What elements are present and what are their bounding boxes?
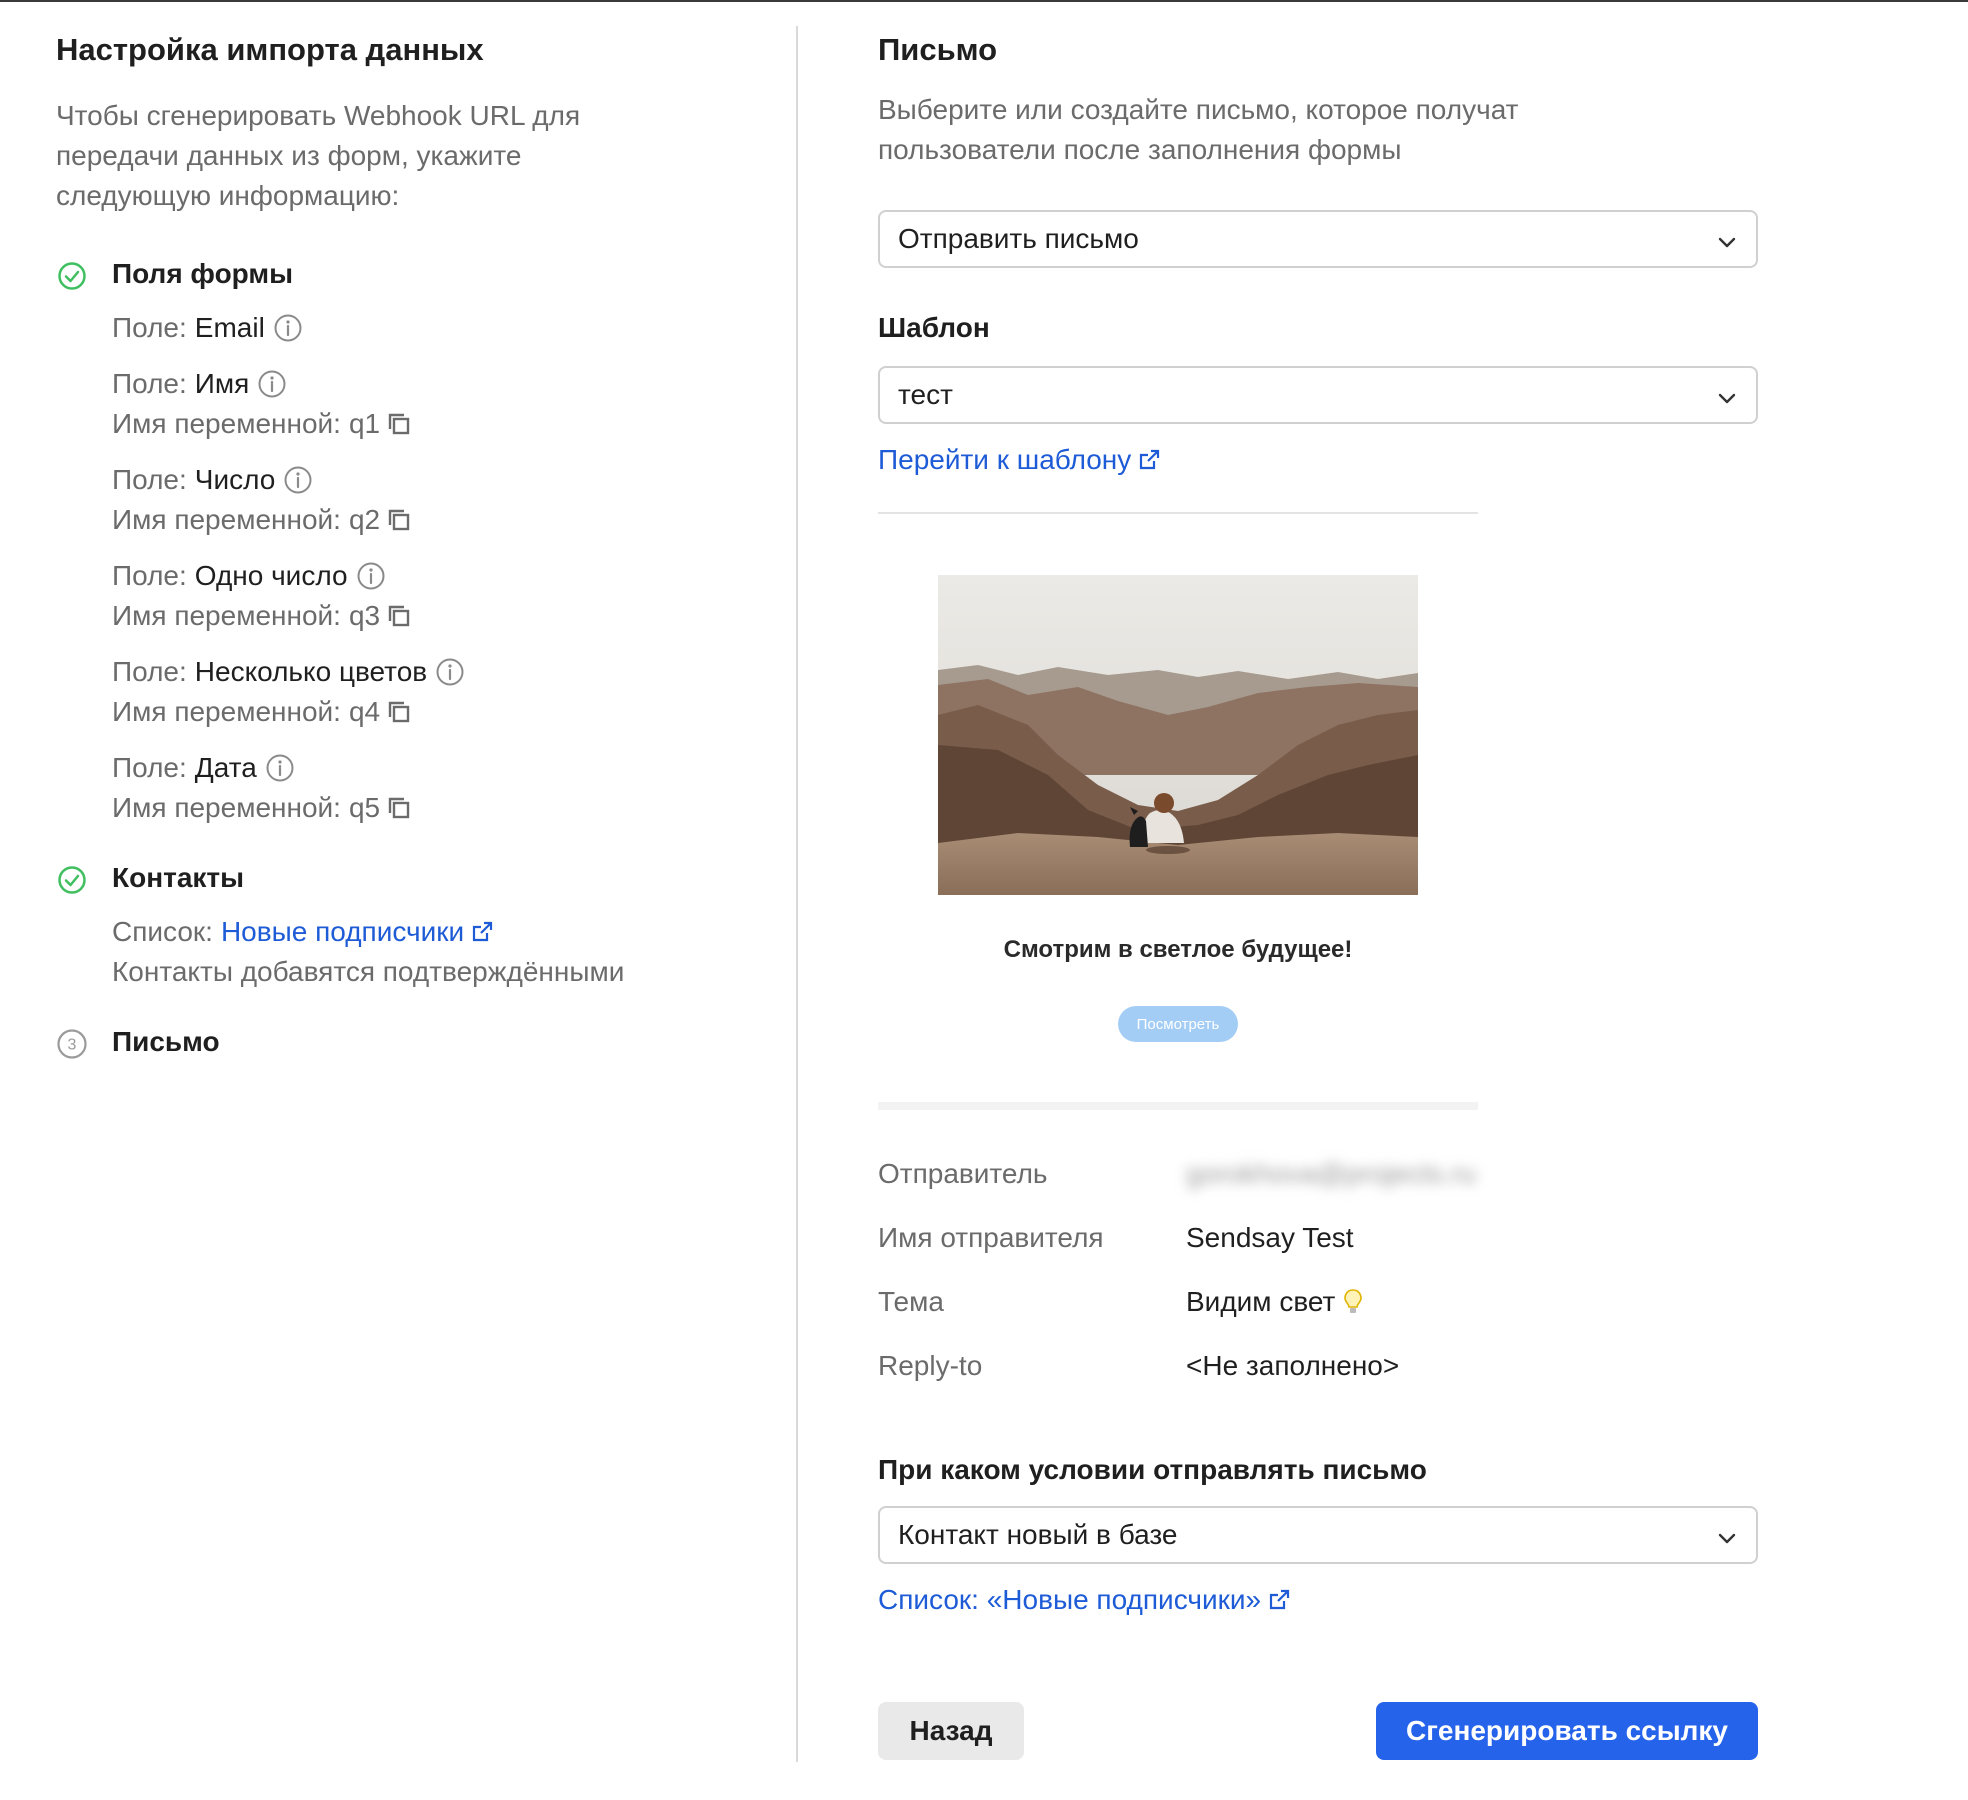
condition-select[interactable]: Контакт новый в базе	[878, 1506, 1758, 1564]
preview-bottom-divider	[878, 1102, 1478, 1110]
list-prefix: Список:	[112, 916, 213, 947]
step-form-fields: Поля формы	[56, 256, 293, 296]
field-row: Поле: Дата	[112, 752, 295, 784]
chevron-down-icon	[1716, 384, 1738, 416]
sender-label: Отправитель	[878, 1158, 1048, 1189]
go-to-template-link[interactable]: Перейти к шаблону	[878, 444, 1161, 476]
variable-row: Имя переменной: q2	[112, 504, 412, 536]
field-prefix: Поле:	[112, 752, 187, 783]
preview-divider	[878, 512, 1478, 514]
field-name: Имя	[194, 368, 250, 399]
variable-prefix: Имя переменной:	[112, 792, 341, 823]
letter-description: Выберите или создайте письмо, которое по…	[878, 94, 1519, 165]
info-icon[interactable]	[273, 313, 303, 343]
sender-name-label: Имя отправителя	[878, 1222, 1104, 1253]
list-link[interactable]: Новые подписчики	[221, 916, 464, 948]
info-icon[interactable]	[257, 369, 287, 399]
check-circle-icon	[56, 260, 88, 292]
top-border	[0, 0, 1968, 2]
back-button[interactable]: Назад	[878, 1702, 1024, 1760]
field-name: Одно число	[194, 560, 348, 591]
field-name: Несколько цветов	[194, 656, 428, 687]
copy-icon[interactable]	[386, 795, 412, 821]
field-name: Число	[194, 464, 276, 495]
field-name: Дата	[194, 752, 257, 783]
panel-title: Настройка импорта данных	[56, 32, 484, 67]
preview-image	[938, 575, 1418, 895]
panel-description: Чтобы сгенерировать Webhook URL для пере…	[56, 100, 581, 211]
template-select[interactable]: тест	[878, 366, 1758, 424]
variable-prefix: Имя переменной:	[112, 408, 341, 439]
contacts-list-row: Список: Новые подписчики	[112, 916, 494, 948]
step-contacts: Контакты	[56, 860, 244, 900]
lightbulb-icon	[1343, 1288, 1363, 1316]
external-link-icon	[1137, 448, 1161, 472]
generate-link-button[interactable]: Сгенерировать ссылку	[1376, 1702, 1758, 1760]
info-icon[interactable]	[356, 561, 386, 591]
step-letter: 3 Письмо	[56, 1024, 220, 1064]
variable-name: q1	[348, 408, 381, 439]
variable-row: Имя переменной: q1	[112, 408, 412, 440]
sender-name-value: Sendsay Test	[1186, 1222, 1354, 1253]
step-title: Поля формы	[112, 258, 294, 289]
copy-icon[interactable]	[386, 411, 412, 437]
variable-prefix: Имя переменной:	[112, 600, 341, 631]
variable-prefix: Имя переменной:	[112, 696, 341, 727]
variable-name: q2	[348, 504, 381, 535]
template-label: Шаблон	[878, 312, 990, 343]
letter-title: Письмо	[878, 32, 998, 67]
step-number-icon: 3	[56, 1028, 88, 1060]
field-row: Поле: Email	[112, 312, 303, 344]
check-circle-icon	[56, 864, 88, 896]
variable-row: Имя переменной: q5	[112, 792, 412, 824]
variable-row: Имя переменной: q4	[112, 696, 412, 728]
field-row: Поле: Одно число	[112, 560, 386, 592]
copy-icon[interactable]	[386, 603, 412, 629]
reply-to-value: <Не заполнено>	[1186, 1350, 1400, 1381]
field-row: Поле: Имя	[112, 368, 287, 400]
step-title: Письмо	[112, 1026, 220, 1057]
sender-value: gorokhova@projects.ru	[1186, 1158, 1476, 1189]
contacts-note: Контакты добавятся подтверждёнными	[112, 956, 625, 987]
field-name: Email	[194, 312, 265, 343]
condition-list-link[interactable]: Список: «Новые подписчики»	[878, 1584, 1291, 1616]
send-letter-select[interactable]: Отправить письмо	[878, 210, 1758, 268]
subject-value: Видим свет	[1186, 1286, 1336, 1317]
preview-view-button[interactable]: Посмотреть	[1118, 1006, 1238, 1042]
panel-divider	[796, 26, 798, 1762]
copy-icon[interactable]	[386, 507, 412, 533]
chevron-down-icon	[1716, 228, 1738, 260]
variable-prefix: Имя переменной:	[112, 504, 341, 535]
variable-name: q3	[348, 600, 381, 631]
field-prefix: Поле:	[112, 560, 187, 591]
subject-label: Тема	[878, 1286, 944, 1317]
condition-label: При каком условии отправлять письмо	[878, 1454, 1427, 1485]
preview-heading: Смотрим в светлое будущее!	[1003, 936, 1353, 963]
svg-text:3: 3	[68, 1037, 77, 1054]
info-icon[interactable]	[265, 753, 295, 783]
reply-to-label: Reply-to	[878, 1350, 983, 1381]
field-prefix: Поле:	[112, 312, 187, 343]
field-prefix: Поле:	[112, 368, 187, 399]
variable-row: Имя переменной: q3	[112, 600, 412, 632]
field-row: Поле: Несколько цветов	[112, 656, 465, 688]
field-row: Поле: Число	[112, 464, 313, 496]
info-icon[interactable]	[435, 657, 465, 687]
variable-name: q5	[348, 792, 381, 823]
external-link-icon[interactable]	[470, 920, 494, 944]
external-link-icon	[1267, 1588, 1291, 1612]
info-icon[interactable]	[283, 465, 313, 495]
subject-row: Видим свет	[1186, 1286, 1363, 1318]
variable-name: q4	[348, 696, 381, 727]
chevron-down-icon	[1716, 1524, 1738, 1556]
step-title: Контакты	[112, 862, 245, 893]
field-prefix: Поле:	[112, 464, 187, 495]
field-prefix: Поле:	[112, 656, 187, 687]
copy-icon[interactable]	[386, 699, 412, 725]
